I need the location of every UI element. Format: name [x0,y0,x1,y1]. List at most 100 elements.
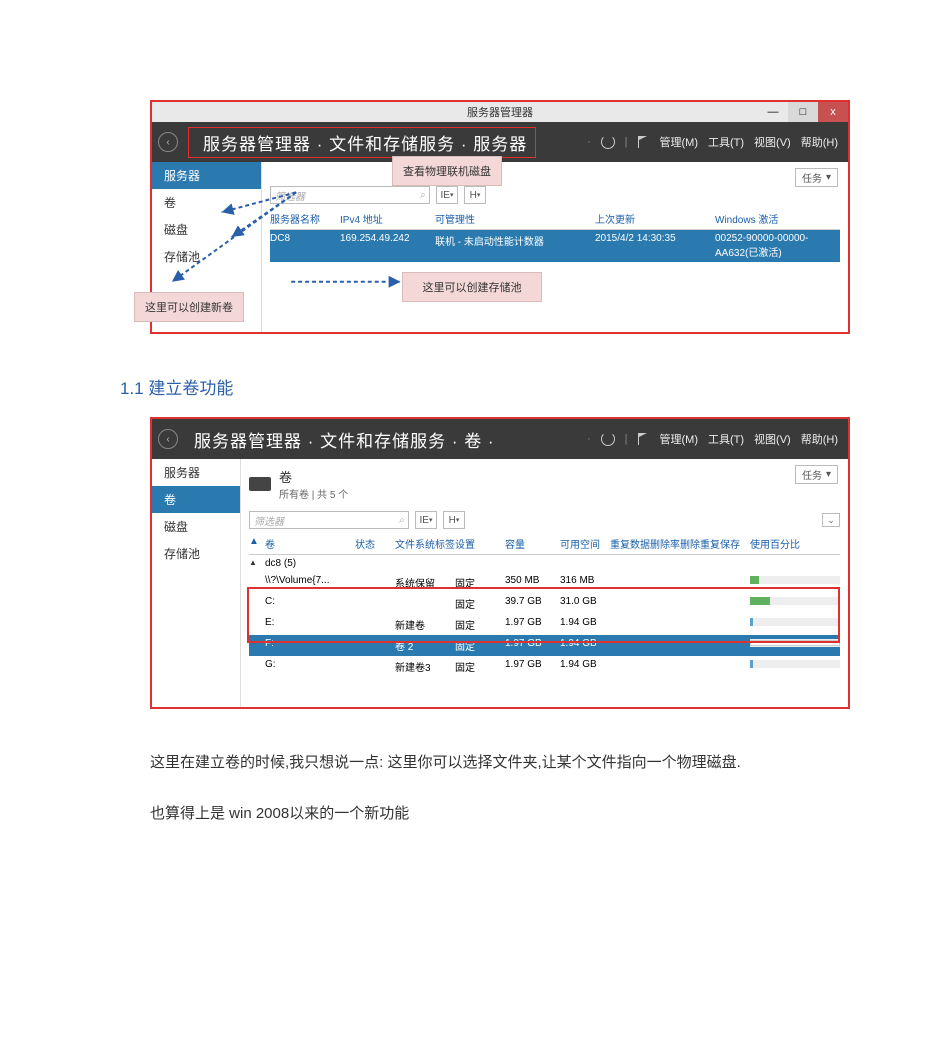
col-status[interactable]: 状态 [355,536,395,551]
header-menu: · | 管理(M) 工具(T) 视图(V) 帮助(H) [587,431,848,447]
callout-view-disk: 查看物理联机磁盘 [392,156,502,186]
sidebar-item-servers[interactable]: 服务器 [152,459,240,486]
cell [249,617,265,632]
flag-icon[interactable] [638,433,650,445]
filter-h-button[interactable]: H▾ [443,511,465,529]
cell: 固定 [455,659,505,674]
sidebar-item-pools[interactable]: 存储池 [152,243,261,270]
menu-view[interactable]: 视图(V) [754,134,791,150]
paragraph-2: 也算得上是 win 2008以来的一个新功能 [150,800,885,827]
cell: 固定 [455,575,505,590]
volume-row[interactable]: G:新建卷3固定1.97 GB1.94 GB [249,656,840,677]
col-manage[interactable]: 可管理性 [435,211,595,226]
col-vol[interactable]: 卷 [265,536,355,551]
window-buttons: — □ x [758,102,848,122]
main-panel: 卷 所有卷 | 共 5 个 任务▾ 筛选器 ⌕ IE▾ H▾ ⌄ [241,459,848,707]
nav-back-button[interactable]: ‹ [158,132,178,152]
panel-subtitle: 所有卷 | 共 5 个 [279,490,348,501]
cell-update: 2015/4/2 14:30:35 [595,233,715,259]
panel-title: 卷 [279,470,292,485]
cell [610,638,680,653]
refresh-icon[interactable] [601,135,615,149]
sidebar-item-disks[interactable]: 磁盘 [152,513,240,540]
col-device[interactable]: 设置 [455,536,505,551]
col-flag[interactable]: ▲ [249,536,265,551]
col-free[interactable]: 可用空间 [560,536,610,551]
menu-view[interactable]: 视图(V) [754,431,791,447]
sep-dot: · [587,136,591,148]
volumes-group-row[interactable]: ▲ dc8 (5) [249,555,840,572]
server-row-selected[interactable]: DC8 169.254.49.242 联机 - 未启动性能计数器 2015/4/… [270,230,840,262]
search-icon: ⌕ [419,190,425,201]
menu-manage[interactable]: 管理(M) [660,134,699,150]
cell [249,596,265,611]
volume-row[interactable]: F:卷 2固定1.97 GB1.94 GB [249,635,840,656]
volume-row[interactable]: \\?\Volume{7...系统保留固定350 MB316 MB [249,572,840,593]
cell [680,617,750,632]
window-minimize[interactable]: — [758,102,788,122]
volumes-grid-body: \\?\Volume{7...系统保留固定350 MB316 MBC:固定39.… [249,572,840,677]
col-dedup[interactable]: 重复数据删除率 [610,536,680,551]
cell [680,659,750,674]
cell: 1.94 GB [560,617,610,632]
col-cap[interactable]: 容量 [505,536,560,551]
cell: 316 MB [560,575,610,590]
menu-help[interactable]: 帮助(H) [801,431,838,447]
cell [249,659,265,674]
cell [610,575,680,590]
breadcrumb[interactable]: 服务器管理器 · 文件和存储服务 · 卷 · [188,427,495,452]
window-close[interactable]: x [818,102,848,122]
sidebar-item-pools[interactable]: 存储池 [152,540,240,567]
flag-icon[interactable] [638,136,650,148]
cell: 新建卷 [395,617,455,632]
cell: 39.7 GB [505,596,560,611]
tasks-dropdown[interactable]: 任务▾ [795,168,838,187]
expand-button[interactable]: ⌄ [822,513,840,527]
volume-row[interactable]: C:固定39.7 GB31.0 GB [249,593,840,614]
sidebar-item-volumes[interactable]: 卷 [152,189,261,216]
menu-tools[interactable]: 工具(T) [708,134,744,150]
nav-back-button[interactable]: ‹ [158,429,178,449]
sidebar-item-disks[interactable]: 磁盘 [152,216,261,243]
header-bar-2: ‹ 服务器管理器 · 文件和存储服务 · 卷 · · | 管理(M) 工具(T)… [152,419,848,459]
volume-row[interactable]: E:新建卷固定1.97 GB1.94 GB [249,614,840,635]
col-name[interactable]: 服务器名称 [270,211,340,226]
cell: 1.94 GB [560,659,610,674]
cell: 1.94 GB [560,638,610,653]
screenshot-2: ‹ 服务器管理器 · 文件和存储服务 · 卷 · · | 管理(M) 工具(T)… [150,417,850,709]
usage-bar [750,596,840,611]
search-input[interactable]: 筛选器 ⌕ [270,186,430,204]
filter-ie-button[interactable]: IE▾ [415,511,437,529]
menu-manage[interactable]: 管理(M) [660,431,699,447]
col-dedup-save[interactable]: 删除重复保存 [680,536,750,551]
sidebar-item-volumes[interactable]: 卷 [152,486,240,513]
cell-name: DC8 [270,233,340,259]
cell [680,638,750,653]
menu-tools[interactable]: 工具(T) [708,431,744,447]
col-activate[interactable]: Windows 激活 [715,211,840,226]
col-fslabel[interactable]: 文件系统标签 [395,536,455,551]
filter-h-button[interactable]: H▾ [464,186,486,204]
col-update[interactable]: 上次更新 [595,211,715,226]
search-row: 筛选器 ⌕ IE▾ H▾ [270,186,840,204]
menu-help[interactable]: 帮助(H) [801,134,838,150]
refresh-icon[interactable] [601,432,615,446]
col-ip[interactable]: IPv4 地址 [340,211,435,226]
window-maximize[interactable]: □ [788,102,818,122]
cell [355,659,395,674]
main-panel: 任务▾ 筛选器 ⌕ IE▾ H▾ 服务器名称 IPv4 地址 可管理性 上次更新… [262,162,848,332]
window-titlebar: 服务器管理器 — □ x [152,102,848,122]
filter-ie-button[interactable]: IE▾ [436,186,458,204]
cell: F: [265,638,355,653]
sidebar-item-servers[interactable]: 服务器 [152,162,261,189]
tasks-dropdown[interactable]: 任务▾ [795,465,838,484]
search-input[interactable]: 筛选器 ⌕ [249,511,409,529]
tasks-label: 任务 [802,467,822,482]
col-usage[interactable]: 使用百分比 [750,536,840,551]
breadcrumb[interactable]: 服务器管理器 · 文件和存储服务 · 服务器 [197,135,527,154]
breadcrumb-highlight: 服务器管理器 · 文件和存储服务 · 服务器 [188,127,536,158]
cell [249,638,265,653]
document-page: 服务器管理器 — □ x ‹ 服务器管理器 · 文件和存储服务 · 服务器 · … [0,0,945,911]
cell: 固定 [455,596,505,611]
group-label: dc8 (5) [265,558,840,569]
